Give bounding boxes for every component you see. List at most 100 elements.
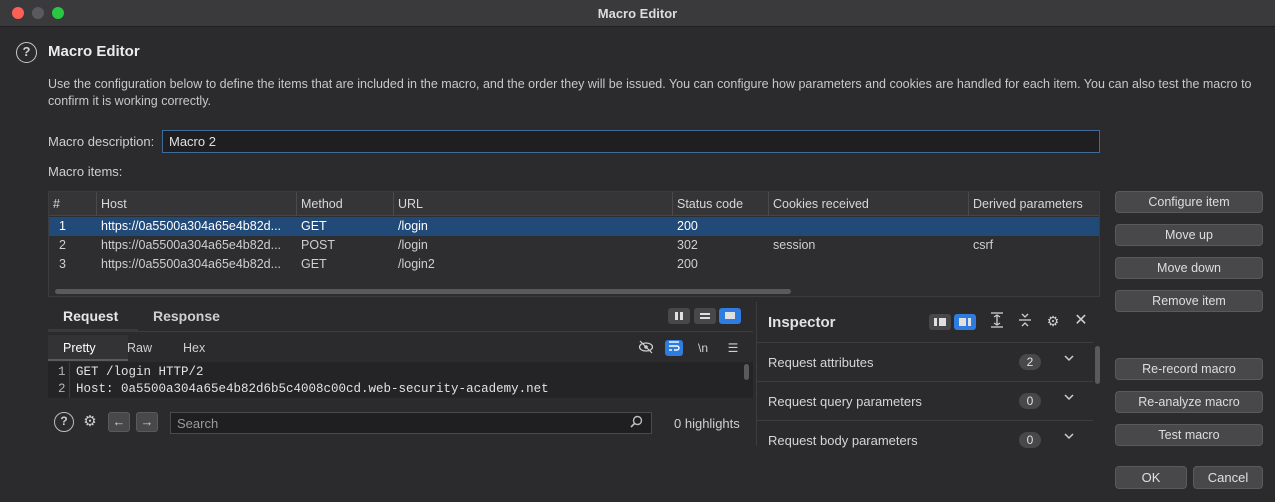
- inspector-section-request-body-parameters[interactable]: Request body parameters 0: [757, 420, 1093, 458]
- cancel-button[interactable]: Cancel: [1193, 466, 1263, 489]
- subtab-hex[interactable]: Hex: [183, 341, 205, 355]
- inspector-title: Inspector: [768, 314, 836, 331]
- previous-arrow-icon[interactable]: ←: [108, 412, 130, 432]
- cell-host: https://0a5500a304a65e4b82d...: [101, 219, 282, 233]
- window-title: Macro Editor: [597, 6, 678, 21]
- page-description: Use the configuration below to define th…: [48, 77, 1252, 108]
- tab-response[interactable]: Response: [153, 308, 220, 324]
- table-row[interactable]: 1 https://0a5500a304a65e4b82d... GET /lo…: [49, 217, 1099, 236]
- inspector-section-count: 0: [1019, 432, 1041, 448]
- configure-item-button[interactable]: Configure item: [1115, 191, 1263, 213]
- search-icon: [630, 415, 643, 431]
- collapse-all-icon[interactable]: [1015, 312, 1035, 330]
- ok-button[interactable]: OK: [1115, 466, 1187, 489]
- cell-cookies: [769, 255, 969, 274]
- title-bar: Macro Editor: [0, 0, 1275, 27]
- inspector-close-icon[interactable]: ✕: [1071, 312, 1091, 330]
- show-newlines-icon[interactable]: \n: [694, 340, 712, 356]
- code-line: Host: 0a5500a304a65e4b82d6b5c4008c00cd.w…: [76, 382, 549, 396]
- line-number: 2: [58, 382, 66, 396]
- cell-method: GET: [301, 219, 327, 233]
- table-horizontal-scrollbar[interactable]: [55, 289, 791, 294]
- column-header-url[interactable]: URL: [394, 192, 673, 216]
- cell-cookies: session: [773, 238, 816, 252]
- page-title: Macro Editor: [48, 43, 140, 60]
- move-up-button[interactable]: Move up: [1115, 224, 1263, 246]
- tab-request[interactable]: Request: [63, 308, 118, 324]
- inspector-layout-left-icon[interactable]: [929, 314, 951, 330]
- highlights-count: 0 highlights: [674, 416, 740, 431]
- cell-derived: csrf: [973, 238, 994, 252]
- inspector-section-label: Request body parameters: [768, 433, 918, 448]
- settings-gear-icon[interactable]: ⚙: [80, 412, 100, 432]
- search-bar: ? ⚙ ← → 0 highlights: [48, 406, 753, 436]
- macro-items-table: # Host Method URL Status code Cookies re…: [48, 191, 1100, 297]
- next-arrow-icon[interactable]: →: [136, 412, 158, 432]
- re-analyze-macro-button[interactable]: Re-analyze macro: [1115, 391, 1263, 413]
- remove-item-button[interactable]: Remove item: [1115, 290, 1263, 312]
- cell-number: 1: [59, 219, 66, 233]
- table-row[interactable]: 2 https://0a5500a304a65e4b82d... POST /l…: [49, 236, 1099, 255]
- help-icon[interactable]: ?: [16, 42, 37, 63]
- inspector-panel: Inspector ⚙ ✕ Request attributes 2 Reque…: [756, 302, 1100, 448]
- request-response-panel: Request Response Pretty Raw Hex \n ☰ 1 G…: [48, 302, 753, 446]
- search-input[interactable]: [170, 412, 652, 434]
- request-editor[interactable]: 1 GET /login HTTP/2 2 Host: 0a5500a304a6…: [48, 362, 753, 398]
- subtab-raw[interactable]: Raw: [127, 341, 152, 355]
- column-header-status-code[interactable]: Status code: [673, 192, 769, 216]
- hide-non-printable-icon[interactable]: [637, 340, 655, 356]
- cell-method: POST: [301, 238, 336, 252]
- chevron-down-icon[interactable]: [1063, 430, 1075, 445]
- request-response-tabs: Request Response: [48, 302, 753, 332]
- cell-number: 3: [59, 257, 66, 271]
- column-header-method[interactable]: Method: [297, 192, 394, 216]
- help-icon[interactable]: ?: [54, 412, 74, 432]
- cell-method: GET: [301, 257, 327, 271]
- cell-url: /login: [398, 219, 428, 233]
- inspector-layout-right-icon[interactable]: [954, 314, 976, 330]
- inspector-settings-icon[interactable]: ⚙: [1043, 312, 1063, 330]
- column-header-cookies-received[interactable]: Cookies received: [769, 192, 969, 216]
- subtab-pretty[interactable]: Pretty: [63, 341, 96, 355]
- move-down-button[interactable]: Move down: [1115, 257, 1263, 279]
- cell-cookies: [769, 217, 969, 236]
- word-wrap-icon[interactable]: [665, 340, 683, 356]
- inspector-section-label: Request query parameters: [768, 394, 922, 409]
- code-line: GET /login HTTP/2: [76, 365, 204, 379]
- column-header-number[interactable]: #: [49, 192, 97, 216]
- cell-host: https://0a5500a304a65e4b82d...: [101, 238, 282, 252]
- active-tab-indicator: [48, 329, 138, 332]
- inspector-section-label: Request attributes: [768, 355, 874, 370]
- cell-derived: [969, 255, 1099, 274]
- cell-host: https://0a5500a304a65e4b82d...: [101, 257, 282, 271]
- line-number: 1: [58, 365, 66, 379]
- macro-description-label: Macro description:: [48, 134, 155, 149]
- tabs-view-icon[interactable]: [719, 308, 741, 324]
- cell-number: 2: [59, 238, 66, 252]
- menu-icon[interactable]: ☰: [724, 340, 742, 356]
- chevron-down-icon[interactable]: [1063, 391, 1075, 406]
- macro-description-input[interactable]: [162, 130, 1100, 153]
- editor-scrollbar[interactable]: [744, 364, 749, 380]
- cell-url: /login2: [398, 257, 435, 271]
- macro-items-label: Macro items:: [48, 164, 123, 179]
- cell-derived: [969, 217, 1099, 236]
- column-header-derived-parameters[interactable]: Derived parameters: [969, 192, 1099, 216]
- inspector-section-count: 0: [1019, 393, 1041, 409]
- request-format-tabs: Pretty Raw Hex \n ☰: [48, 335, 753, 361]
- split-vertical-view-icon[interactable]: [694, 308, 716, 324]
- split-horizontal-view-icon[interactable]: [668, 308, 690, 324]
- test-macro-button[interactable]: Test macro: [1115, 424, 1263, 446]
- table-header: # Host Method URL Status code Cookies re…: [49, 192, 1099, 216]
- inspector-section-request-query-parameters[interactable]: Request query parameters 0: [757, 381, 1093, 419]
- column-header-host[interactable]: Host: [97, 192, 297, 216]
- expand-all-icon[interactable]: [987, 312, 1007, 330]
- cell-status: 200: [677, 219, 698, 233]
- inspector-scrollbar[interactable]: [1095, 346, 1100, 384]
- table-row[interactable]: 3 https://0a5500a304a65e4b82d... GET /lo…: [49, 255, 1099, 274]
- inspector-section-count: 2: [1019, 354, 1041, 370]
- chevron-down-icon[interactable]: [1063, 352, 1075, 367]
- re-record-macro-button[interactable]: Re-record macro: [1115, 358, 1263, 380]
- cell-status: 200: [677, 257, 698, 271]
- inspector-section-request-attributes[interactable]: Request attributes 2: [757, 342, 1093, 380]
